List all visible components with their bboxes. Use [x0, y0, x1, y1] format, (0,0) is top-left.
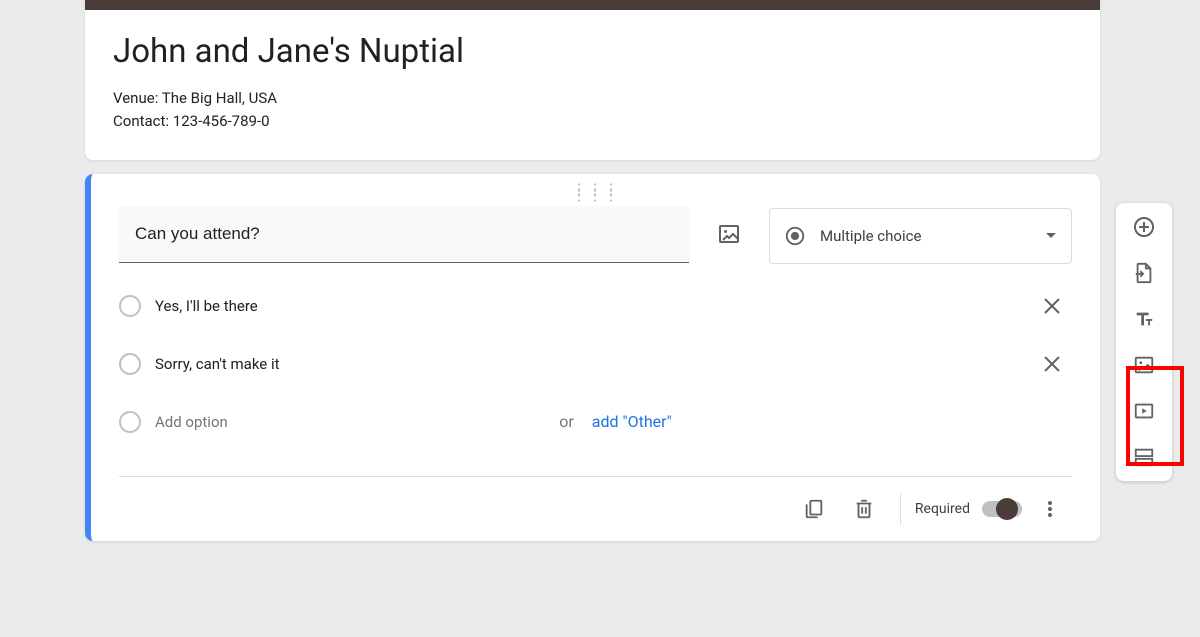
more-options-button[interactable]	[1028, 487, 1072, 531]
option-text[interactable]: Yes, I'll be there	[155, 297, 1018, 315]
add-image-button[interactable]	[1130, 351, 1158, 379]
plus-circle-icon	[1132, 215, 1156, 239]
add-title-button[interactable]	[1130, 305, 1158, 333]
drag-handle-icon[interactable]: ⋮⋮⋮⋮⋮⋮	[119, 186, 1072, 206]
more-vert-icon	[1040, 499, 1060, 519]
radio-circle-icon	[119, 353, 141, 375]
remove-option-button[interactable]	[1032, 286, 1072, 326]
question-text-input[interactable]	[119, 206, 689, 263]
option-text[interactable]: Sorry, can't make it	[155, 355, 1018, 373]
required-toggle[interactable]	[982, 501, 1022, 517]
close-icon	[1043, 355, 1061, 373]
remove-option-button[interactable]	[1032, 344, 1072, 384]
copy-icon	[803, 498, 825, 520]
header-accent-bar	[85, 0, 1100, 10]
add-image-button[interactable]	[707, 212, 751, 256]
image-icon	[717, 222, 741, 246]
trash-icon	[853, 498, 875, 520]
option-row[interactable]: Yes, I'll be there	[119, 282, 1072, 330]
description-line-2: Contact: 123-456-789-0	[113, 112, 270, 130]
option-row[interactable]: Sorry, can't make it	[119, 340, 1072, 388]
import-questions-button[interactable]	[1130, 259, 1158, 287]
add-other-link[interactable]: add "Other"	[592, 412, 672, 431]
delete-button[interactable]	[842, 487, 886, 531]
add-option-row: Add option or add "Other"	[119, 398, 1072, 446]
image-icon	[1133, 354, 1155, 376]
form-header-card: John and Jane's Nuptial Venue: The Big H…	[85, 0, 1100, 160]
radio-circle-icon	[119, 411, 141, 433]
toggle-knob	[996, 498, 1018, 520]
separator	[900, 493, 901, 525]
form-description[interactable]: Venue: The Big Hall, USA Contact: 123-45…	[113, 87, 1072, 134]
description-line-1: Venue: The Big Hall, USA	[113, 89, 277, 107]
question-footer: Required	[119, 477, 1072, 541]
radio-icon	[784, 225, 806, 247]
question-type-label: Multiple choice	[820, 227, 1031, 245]
question-type-select[interactable]: Multiple choice	[769, 208, 1072, 264]
add-video-button[interactable]	[1130, 397, 1158, 425]
video-icon	[1133, 400, 1155, 422]
add-option-link[interactable]: Add option	[155, 413, 541, 431]
duplicate-button[interactable]	[792, 487, 836, 531]
chevron-down-icon	[1045, 230, 1057, 242]
close-icon	[1043, 297, 1061, 315]
or-text: or	[559, 412, 574, 431]
import-icon	[1133, 262, 1155, 284]
add-section-button[interactable]	[1130, 443, 1158, 471]
section-icon	[1133, 446, 1155, 468]
question-card[interactable]: ⋮⋮⋮⋮⋮⋮ Multiple choice	[85, 174, 1100, 541]
side-toolbar	[1116, 203, 1172, 481]
add-question-button[interactable]	[1130, 213, 1158, 241]
form-title[interactable]: John and Jane's Nuptial	[113, 32, 1072, 71]
required-label: Required	[915, 501, 970, 517]
radio-circle-icon	[119, 295, 141, 317]
text-icon	[1133, 308, 1155, 330]
